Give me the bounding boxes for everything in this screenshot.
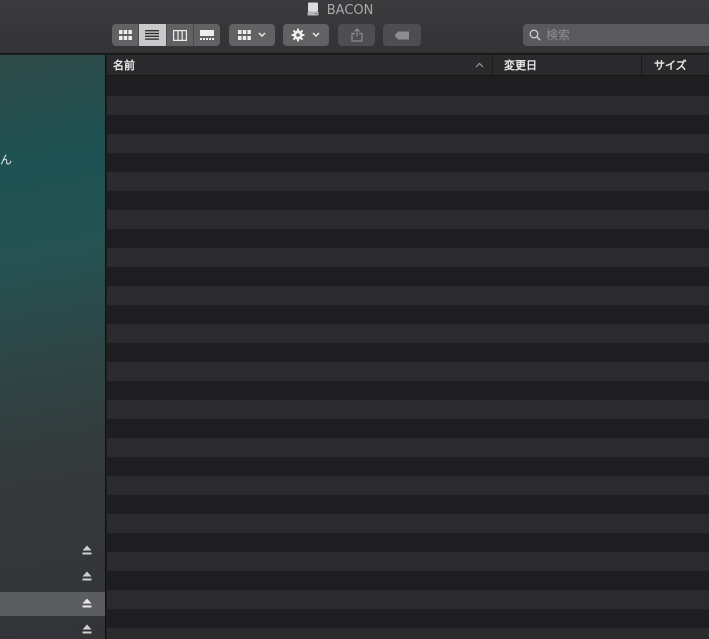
eject-icon[interactable] xyxy=(82,545,92,555)
chevron-down-icon xyxy=(258,32,265,37)
list-rows xyxy=(107,77,709,639)
finder-window: BACON 検索 ん 名前 変更日 サイズ xyxy=(0,0,709,639)
eject-icon[interactable] xyxy=(82,598,92,608)
grid-icon xyxy=(237,30,251,40)
group-by-button[interactable] xyxy=(229,24,275,46)
empty-row xyxy=(107,210,709,229)
column-header-date-label: 変更日 xyxy=(504,59,537,72)
list-header: 名前 変更日 サイズ xyxy=(107,55,709,76)
list-view-button[interactable] xyxy=(139,24,167,46)
empty-row xyxy=(107,115,709,134)
window-title: BACON xyxy=(0,2,680,20)
empty-row xyxy=(107,286,709,305)
icon-view-button[interactable] xyxy=(112,24,140,46)
sidebar: ん xyxy=(0,55,106,639)
empty-row xyxy=(107,362,709,381)
gear-icon xyxy=(291,28,305,42)
action-menu-button[interactable] xyxy=(283,24,329,46)
empty-row xyxy=(107,419,709,438)
list-icon xyxy=(145,30,160,40)
sidebar-truncated-label[interactable]: ん xyxy=(0,151,12,168)
empty-row xyxy=(107,134,709,153)
external-disk-icon xyxy=(307,2,319,16)
empty-row xyxy=(107,495,709,514)
empty-row xyxy=(107,153,709,172)
tag-icon xyxy=(394,31,409,39)
eject-icon[interactable] xyxy=(82,624,92,634)
sidebar-device-item[interactable] xyxy=(0,620,105,639)
empty-row xyxy=(107,229,709,248)
columns-icon xyxy=(172,29,187,41)
search-icon xyxy=(529,29,541,41)
share-icon xyxy=(350,28,363,42)
sort-ascending-icon xyxy=(475,62,484,68)
search-field[interactable] xyxy=(523,24,709,46)
column-header-date-modified[interactable]: 変更日 xyxy=(493,55,642,76)
eject-icon[interactable] xyxy=(82,571,92,581)
empty-row xyxy=(107,438,709,457)
empty-row xyxy=(107,96,709,115)
empty-row xyxy=(107,248,709,267)
empty-row xyxy=(107,381,709,400)
search-input[interactable] xyxy=(546,28,706,42)
gallery-view-button[interactable] xyxy=(194,24,220,46)
empty-row xyxy=(107,77,709,96)
empty-row xyxy=(107,476,709,495)
view-mode-control xyxy=(112,24,220,46)
empty-row xyxy=(107,590,709,609)
column-header-size-label: サイズ xyxy=(654,59,687,72)
column-header-size[interactable]: サイズ xyxy=(642,55,709,76)
column-view-button[interactable] xyxy=(167,24,194,46)
empty-row xyxy=(107,305,709,324)
grid-icon xyxy=(118,30,132,40)
chevron-down-icon xyxy=(312,32,320,37)
empty-row xyxy=(107,628,709,639)
empty-row xyxy=(107,324,709,343)
sidebar-device-item[interactable] xyxy=(0,541,105,561)
empty-row xyxy=(107,571,709,590)
empty-row xyxy=(107,609,709,628)
share-button[interactable] xyxy=(338,24,375,46)
window-title-text: BACON xyxy=(326,3,374,18)
empty-row xyxy=(107,191,709,210)
column-header-name[interactable]: 名前 xyxy=(107,55,493,76)
tag-button[interactable] xyxy=(383,24,421,46)
empty-row xyxy=(107,533,709,552)
gallery-icon xyxy=(199,30,214,40)
empty-row xyxy=(107,267,709,286)
file-list[interactable]: 名前 変更日 サイズ xyxy=(107,55,709,639)
sidebar-device-item-selected[interactable] xyxy=(0,592,105,616)
empty-row xyxy=(107,457,709,476)
toolbar: BACON xyxy=(0,0,709,54)
column-header-name-label: 名前 xyxy=(113,59,135,72)
empty-row xyxy=(107,552,709,571)
empty-row xyxy=(107,514,709,533)
sidebar-device-item[interactable] xyxy=(0,567,105,587)
empty-row xyxy=(107,400,709,419)
empty-row xyxy=(107,343,709,362)
empty-row xyxy=(107,172,709,191)
